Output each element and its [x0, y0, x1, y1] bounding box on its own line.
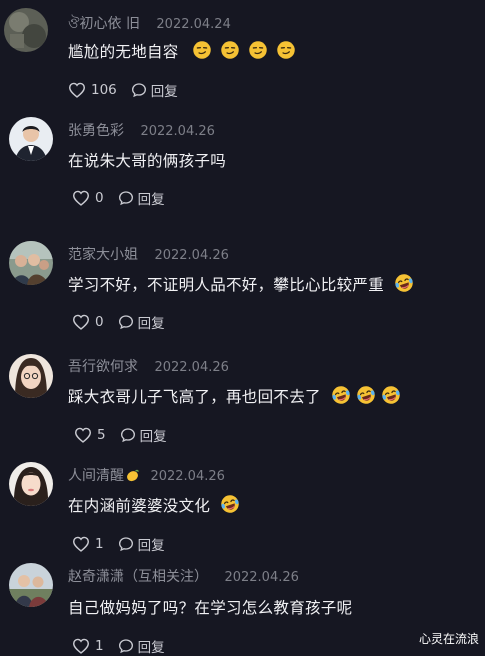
comment-text: 尴尬的无地自容 — [68, 40, 296, 64]
like-count: 0 — [95, 314, 104, 330]
reply-button[interactable]: 回复 — [120, 425, 167, 445]
reply-button[interactable]: 回复 — [118, 636, 165, 656]
reply-label: 回复 — [150, 84, 178, 100]
laugh-cry-emoji-icon — [381, 385, 401, 409]
comment-date: 2022.04.26 — [140, 124, 215, 139]
comment-bubble-icon — [118, 315, 133, 330]
watermark: 心灵在流浪 — [418, 632, 479, 646]
emoji-group — [184, 40, 296, 64]
comment-bubble-icon — [118, 537, 133, 552]
reply-label: 回复 — [137, 316, 165, 332]
comment-author[interactable]: 赵奇潇潇（互相关注） — [68, 569, 208, 585]
like-count: 5 — [97, 427, 106, 443]
like-count: 1 — [95, 536, 104, 552]
comment-meta: ঔ初心依 旧 2022.04.24 — [68, 12, 231, 36]
comment-actions: 0 回复 — [72, 188, 165, 208]
comment-date: 2022.04.24 — [156, 17, 231, 32]
comment-bubble-icon — [118, 191, 133, 206]
like-button[interactable]: 5 — [74, 427, 106, 443]
laugh-cry-emoji-icon — [331, 385, 351, 409]
comment-text: 学习不好，不证明人品不好，攀比心比较严重 — [68, 273, 414, 297]
comment-text: 自己做妈妈了吗？在学习怎么教育孩子呢 — [68, 596, 352, 618]
avatar[interactable] — [9, 241, 53, 285]
comment-text-content: 在说朱大哥的俩孩子吗 — [68, 152, 227, 170]
comment-author[interactable]: 张勇色彩 — [68, 123, 124, 139]
like-button[interactable]: 0 — [72, 190, 104, 206]
comment-bubble-icon — [118, 639, 133, 654]
avatar[interactable] — [9, 354, 53, 398]
heart-icon — [72, 638, 90, 654]
comment-bubble-icon — [131, 83, 146, 98]
comment-actions: 106 回复 — [68, 80, 178, 100]
like-count: 106 — [91, 82, 117, 98]
reply-button[interactable]: 回复 — [118, 312, 165, 332]
comment-text-content: 在内涵前婆婆没文化 — [68, 497, 211, 515]
comment-meta: 吾行欲何求 2022.04.26 — [68, 356, 229, 376]
comment-text: 在内涵前婆婆没文化 — [68, 494, 240, 518]
comment-author[interactable]: 吾行欲何求 — [68, 359, 138, 375]
comment-actions: 1 回复 — [72, 636, 165, 656]
like-count: 1 — [95, 638, 104, 654]
heart-icon — [72, 190, 90, 206]
comment-text-content: 学习不好，不证明人品不好，攀比心比较严重 — [68, 276, 385, 294]
heart-icon — [72, 314, 90, 330]
comment-actions: 1 回复 — [72, 534, 165, 554]
reply-button[interactable]: 回复 — [131, 80, 178, 100]
avatar[interactable] — [4, 8, 48, 52]
heart-icon — [74, 427, 92, 443]
smirk-emoji-icon — [220, 40, 240, 64]
reply-label: 回复 — [137, 640, 165, 656]
heart-icon — [68, 82, 86, 98]
comment-date: 2022.04.26 — [224, 570, 299, 585]
comment-date: 2022.04.26 — [154, 248, 229, 263]
smirk-emoji-icon — [192, 40, 212, 64]
comment-date: 2022.04.26 — [150, 469, 225, 484]
comment-date: 2022.04.26 — [154, 360, 229, 375]
like-button[interactable]: 0 — [72, 314, 104, 330]
avatar[interactable] — [9, 462, 53, 506]
comment-meta: 赵奇潇潇（互相关注） 2022.04.26 — [68, 566, 299, 586]
like-button[interactable]: 1 — [72, 638, 104, 654]
smirk-emoji-icon — [248, 40, 268, 64]
like-count: 0 — [95, 190, 104, 206]
comment-meta: 人间清醒 2022.04.26 — [68, 465, 225, 487]
reply-label: 回复 — [137, 538, 165, 554]
emoji-group — [389, 273, 414, 297]
comment-text-content: 自己做妈妈了吗？在学习怎么教育孩子呢 — [68, 599, 353, 617]
comment-actions: 5 回复 — [74, 425, 167, 445]
reply-label: 回复 — [137, 192, 165, 208]
comment-text: 在说朱大哥的俩孩子吗 — [68, 149, 226, 171]
like-button[interactable]: 106 — [68, 82, 117, 98]
comment-meta: 张勇色彩 2022.04.26 — [68, 120, 215, 140]
comment-author[interactable]: 人间清醒 — [68, 468, 139, 484]
reply-button[interactable]: 回复 — [118, 188, 165, 208]
laugh-cry-emoji-icon — [356, 385, 376, 409]
emoji-group — [215, 494, 240, 518]
comment-text: 踩大衣哥儿子飞高了，再也回不去了 — [68, 385, 401, 409]
laugh-cry-emoji-icon — [220, 494, 240, 518]
comment-text-content: 踩大衣哥儿子飞高了，再也回不去了 — [68, 388, 321, 406]
comment-bubble-icon — [120, 428, 135, 443]
comment-text-content: 尴尬的无地自容 — [68, 43, 179, 61]
avatar[interactable] — [9, 563, 53, 607]
emoji-group — [326, 385, 401, 409]
reply-button[interactable]: 回复 — [118, 534, 165, 554]
reply-label: 回复 — [139, 429, 167, 445]
lemon-emoji-icon — [125, 468, 140, 487]
like-button[interactable]: 1 — [72, 536, 104, 552]
comment-meta: 范家大小姐 2022.04.26 — [68, 244, 229, 264]
comment-author[interactable]: 范家大小姐 — [68, 247, 138, 263]
comment-author[interactable]: ঔ初心依 旧 — [68, 16, 140, 32]
author-name: 人间清醒 — [68, 468, 124, 484]
heart-icon — [72, 536, 90, 552]
smirk-emoji-icon — [276, 40, 296, 64]
avatar[interactable] — [9, 117, 53, 161]
laugh-cry-emoji-icon — [394, 273, 414, 297]
comment-actions: 0 回复 — [72, 312, 165, 332]
